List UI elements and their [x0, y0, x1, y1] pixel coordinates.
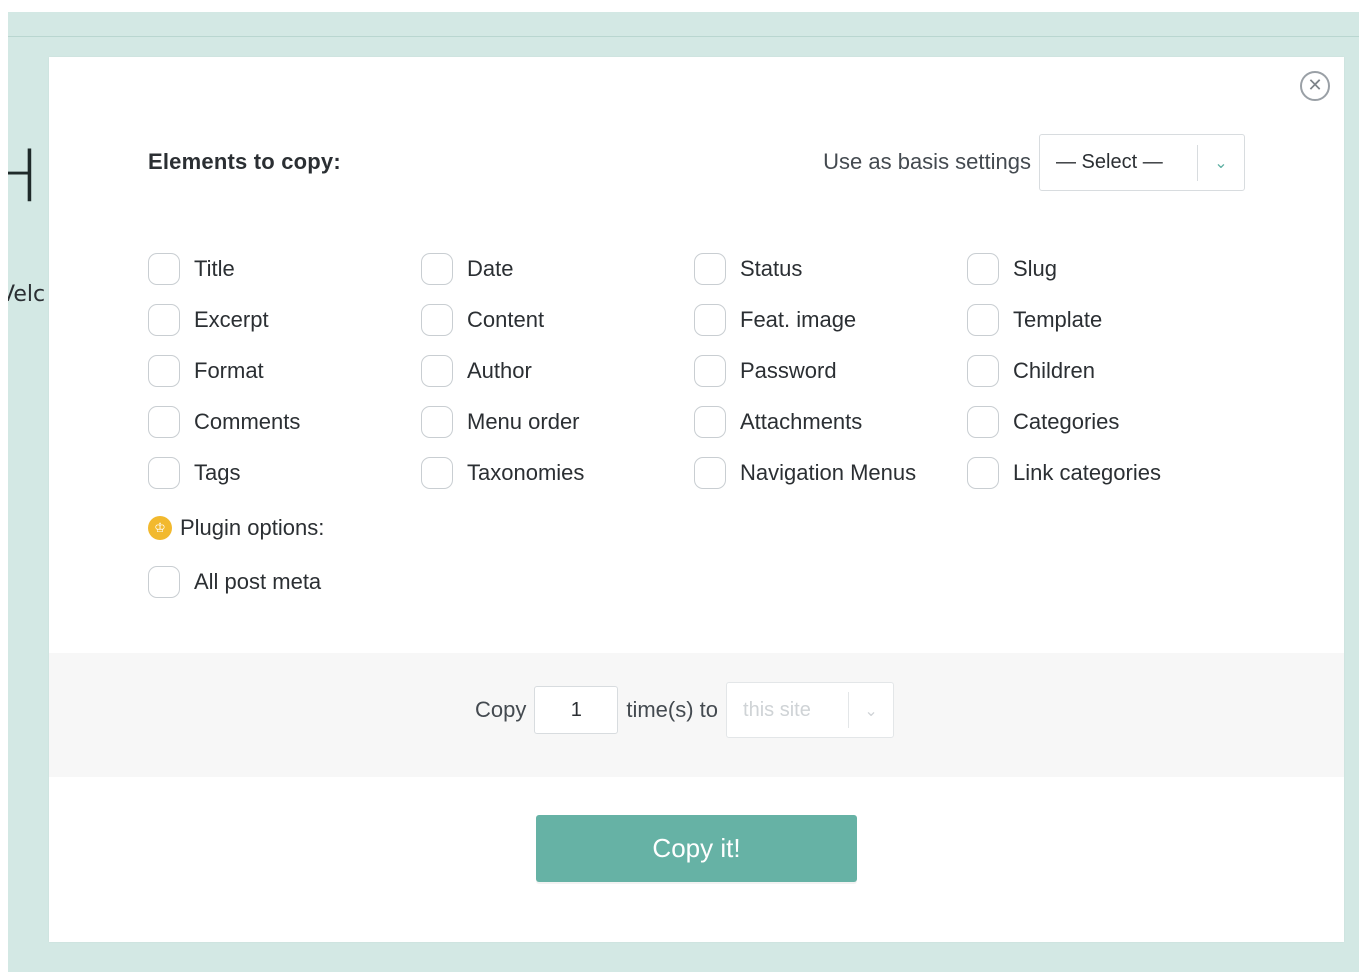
checkbox-box[interactable] [148, 253, 180, 285]
checkbox-box[interactable] [967, 406, 999, 438]
chevron-down-icon: ⌄ [864, 700, 878, 720]
destination-site-select[interactable]: this site ⌄ [726, 682, 895, 738]
checkbox-label: Comments [194, 409, 301, 434]
checkbox-title[interactable]: Title [148, 252, 235, 286]
checkbox-taxonomies[interactable]: Taxonomies [421, 456, 584, 490]
background-welcome-text: Velc [8, 282, 46, 307]
checkbox-box[interactable] [148, 406, 180, 438]
checkbox-template[interactable]: Template [967, 303, 1102, 337]
checkbox-label: Status [740, 256, 803, 281]
basis-settings-label: Use as basis settings [823, 149, 1031, 174]
close-icon[interactable]: ✕ [1300, 71, 1330, 101]
checkbox-box[interactable] [694, 406, 726, 438]
checkbox-slug[interactable]: Slug [967, 252, 1057, 286]
checkbox-box[interactable] [421, 457, 453, 489]
elements-to-copy-title: Elements to copy: [148, 149, 341, 174]
copy-it-button[interactable]: Copy it! [536, 815, 857, 882]
checkbox-password[interactable]: Password [694, 354, 837, 388]
checkbox-link-categories[interactable]: Link categories [967, 456, 1161, 490]
checkbox-excerpt[interactable]: Excerpt [148, 303, 269, 337]
checkbox-format[interactable]: Format [148, 354, 264, 388]
checkbox-label: Attachments [740, 409, 863, 434]
checkbox-label: Children [1013, 358, 1095, 383]
copy-modal: ✕ Elements to copy: Use as basis setting… [49, 57, 1344, 942]
checkbox-label: Format [194, 358, 264, 383]
copy-times-row: Copy time(s) to this site ⌄ [475, 682, 895, 738]
checkbox-label: Navigation Menus [740, 460, 917, 485]
checkbox-box[interactable] [421, 406, 453, 438]
checkbox-categories[interactable]: Categories [967, 405, 1119, 439]
checkbox-box[interactable] [694, 355, 726, 387]
chevron-down-icon: ⌄ [1214, 153, 1228, 172]
checkbox-label: All post meta [194, 569, 322, 594]
checkbox-box[interactable] [967, 355, 999, 387]
checkbox-menu-order[interactable]: Menu order [421, 405, 580, 439]
checkbox-all-post-meta[interactable]: All post meta [148, 565, 321, 599]
checkbox-children[interactable]: Children [967, 354, 1095, 388]
checkbox-box[interactable] [694, 253, 726, 285]
checkbox-label: Taxonomies [467, 460, 585, 485]
checkbox-box[interactable] [148, 457, 180, 489]
checkbox-label: Menu order [467, 409, 580, 434]
checkbox-label: Author [467, 358, 532, 383]
checkbox-box[interactable] [148, 355, 180, 387]
checkbox-label: Link categories [1013, 460, 1161, 485]
checkbox-box[interactable] [421, 355, 453, 387]
checkbox-box[interactable] [148, 304, 180, 336]
checkbox-box[interactable] [694, 304, 726, 336]
times-to-label: time(s) to [626, 697, 719, 722]
copy-times-input[interactable] [534, 686, 619, 734]
checkbox-label: Password [740, 358, 837, 383]
checkbox-box[interactable] [421, 253, 453, 285]
plugin-options-heading: ♔ Plugin options: [148, 515, 324, 541]
checkbox-label: Template [1013, 307, 1103, 332]
checkbox-content[interactable]: Content [421, 303, 544, 337]
admin-bar-divider [8, 36, 1359, 37]
destination-site-value: this site [743, 698, 811, 721]
checkbox-box[interactable] [967, 253, 999, 285]
checkbox-label: Tags [194, 460, 241, 485]
checkbox-comments[interactable]: Comments [148, 405, 300, 439]
checkbox-label: Title [194, 256, 235, 281]
checkbox-label: Feat. image [740, 307, 857, 332]
basis-settings-value: — Select — [1056, 151, 1163, 173]
checkbox-box[interactable] [967, 304, 999, 336]
checkbox-box[interactable] [967, 457, 999, 489]
checkbox-label: Date [467, 256, 514, 281]
copy-label: Copy [475, 697, 527, 722]
checkbox-box[interactable] [694, 457, 726, 489]
checkbox-attachments[interactable]: Attachments [694, 405, 862, 439]
basis-settings-select[interactable]: — Select — ⌄ [1039, 134, 1245, 191]
checkbox-label: Content [467, 307, 545, 332]
checkbox-box[interactable] [148, 566, 180, 598]
crown-icon: ♔ [148, 516, 172, 540]
checkbox-navigation-menus[interactable]: Navigation Menus [694, 456, 916, 490]
checkbox-label: Excerpt [194, 307, 269, 332]
checkbox-status[interactable]: Status [694, 252, 802, 286]
checkbox-label: Slug [1013, 256, 1058, 281]
checkbox-label: Categories [1013, 409, 1120, 434]
checkbox-author[interactable]: Author [421, 354, 532, 388]
checkbox-date[interactable]: Date [421, 252, 513, 286]
checkbox-feat-image[interactable]: Feat. image [694, 303, 856, 337]
checkbox-tags[interactable]: Tags [148, 456, 240, 490]
background-heading: H [8, 134, 41, 218]
plugin-options-label: Plugin options: [180, 515, 325, 540]
checkbox-box[interactable] [421, 304, 453, 336]
